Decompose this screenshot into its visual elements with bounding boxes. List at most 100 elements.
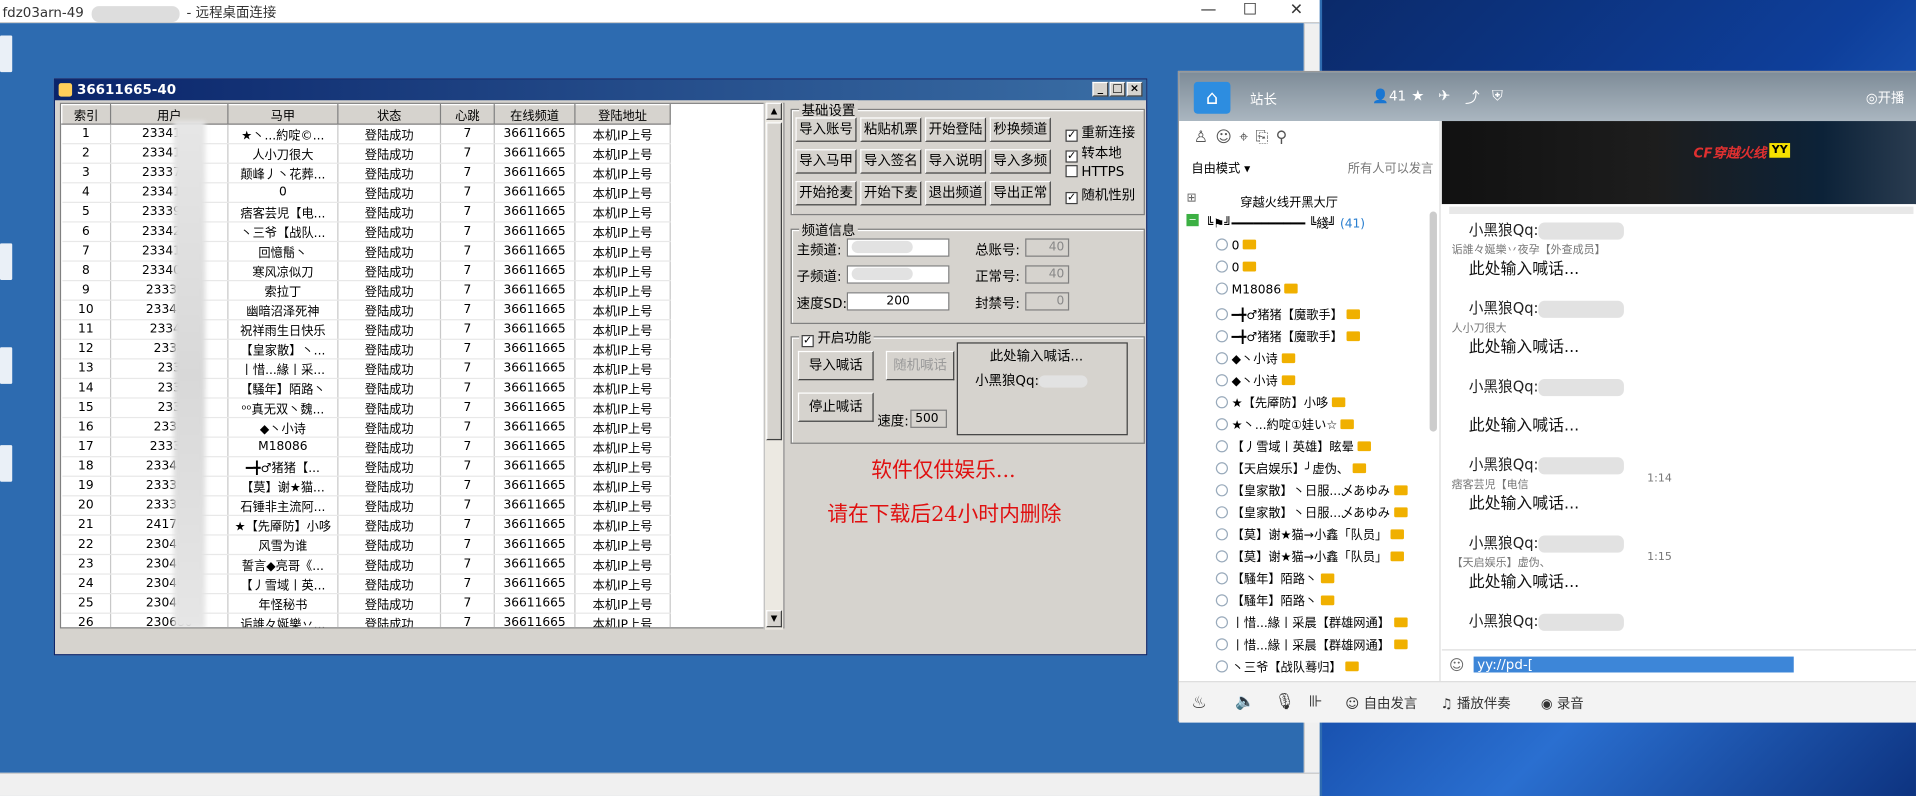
column-header[interactable]: 状态 — [337, 103, 442, 125]
free-speak-button[interactable]: ☺ 自由发言 — [1345, 693, 1417, 713]
table-row[interactable]: 26 230680 诟誰々娫樂丷... 登陆成功 7 36611665 本机IP上号 — [61, 613, 671, 628]
plane-icon[interactable]: ✈ — [1438, 87, 1450, 104]
emoji-icon[interactable]: ☺ — [1449, 657, 1464, 674]
scroll-thumb[interactable] — [766, 122, 783, 441]
member-scrollbar[interactable] — [1429, 211, 1437, 432]
member-item[interactable]: 【皇家散】丶日服...乄あゆみ — [1215, 481, 1408, 499]
broadcast-button[interactable]: ◎开播 — [1866, 88, 1905, 108]
home-icon[interactable]: ⌂ — [1193, 81, 1231, 114]
settings-checkbox[interactable]: ✓ 转本地 — [1065, 143, 1122, 163]
settings-button[interactable]: 导入说明 — [924, 149, 987, 174]
record-button[interactable]: ◉ 录音 — [1541, 693, 1584, 713]
speaker-icon[interactable]: 🔈 — [1235, 693, 1255, 711]
app-maximize-button[interactable]: □ — [1109, 81, 1126, 97]
table-row[interactable]: 9 233394 索拉丁 登陆成功 7 36611665 本机IP上号 — [61, 280, 671, 301]
member-item[interactable]: 【莫】谢★猫→小鑫「队员」 — [1215, 547, 1405, 565]
table-row[interactable]: 21 241766 ★【先厣防】小哆 登陆成功 7 36611665 本机IP上号 — [61, 515, 671, 536]
table-row[interactable]: 19 233395 【莫】谢★猫... 登陆成功 7 36611665 本机IP上号 — [61, 476, 671, 497]
desktop-icon[interactable] — [0, 445, 13, 482]
settings-checkbox[interactable]: ✓ 重新连接 — [1065, 122, 1135, 142]
scroll-up-arrow[interactable]: ▲ — [766, 102, 783, 120]
subchannel[interactable]: ╚⚑╝━━━━━━━━━━ ╚綫╝ (41) — [1206, 213, 1365, 231]
settings-button[interactable]: 导入签名 — [860, 149, 922, 174]
speed-sd-input[interactable]: 200 — [846, 292, 950, 311]
table-row[interactable]: 2 2334148 人小刀很大 登陆成功 7 36611665 本机IP上号 — [61, 143, 671, 164]
table-row[interactable]: 20 233394 石锤非主流阿... 登陆成功 7 36611665 本机IP上号 — [61, 495, 671, 516]
table-scrollbar[interactable]: ▲ ▼ — [763, 102, 784, 630]
microphone-icon[interactable]: 🎙 — [1274, 693, 1294, 711]
equalizer-icon[interactable]: ⊪ — [1309, 693, 1323, 711]
sub-channel-input[interactable] — [846, 265, 950, 284]
features-checkbox[interactable]: ✓ — [801, 335, 814, 348]
member-item[interactable]: 【丿雪域丨英雄】眩晕 — [1215, 437, 1371, 455]
settings-button[interactable]: 导入马甲 — [795, 149, 857, 174]
member-item[interactable]: M18086 — [1215, 282, 1299, 297]
settings-button[interactable]: 粘贴机票 — [860, 117, 922, 142]
member-item[interactable]: 丨惜...緣丨采晨【群雄网通】 — [1215, 635, 1408, 653]
member-item[interactable]: ◆丶小诗 — [1215, 370, 1295, 389]
member-item[interactable]: ★丶...約啶①娃い☆ — [1215, 414, 1355, 433]
checkbox-box[interactable]: ✓ — [1065, 191, 1078, 205]
member-item[interactable]: ━╋♂猪猪【魔歌手】 — [1215, 304, 1360, 323]
table-row[interactable]: 14 233 【騷年】陌路丶 登陆成功 7 36611665 本机IP上号 — [61, 378, 671, 399]
star-icon[interactable]: ★ — [1411, 87, 1424, 104]
desktop-icon[interactable] — [0, 347, 13, 384]
close-button[interactable]: ✕ — [1278, 0, 1315, 23]
random-shout-button[interactable]: 随机喊话 — [885, 350, 955, 381]
table-row[interactable]: 6 2334206 丶三爷【战队... 登陆成功 7 36611665 本机IP上号 — [61, 221, 671, 243]
table-row[interactable]: 25 230466 年怪秘书 登陆成功 7 36611665 本机IP上号 — [61, 593, 671, 614]
member-item[interactable]: 【莫】谢★猫→小鑫「队员」 — [1215, 525, 1405, 543]
column-header[interactable]: 心跳 — [439, 103, 495, 125]
stop-shout-button[interactable]: 停止喊话 — [797, 392, 874, 422]
table-row[interactable]: 17 23339 M18086 登陆成功 7 36611665 本机IP上号 — [61, 437, 671, 458]
settings-button[interactable]: 导入多频 — [989, 149, 1051, 174]
settings-button[interactable]: 导出正常 — [989, 180, 1051, 206]
member-item[interactable]: ★【先厣防】小哆 — [1215, 392, 1346, 411]
member-item[interactable]: 0 — [1215, 238, 1257, 253]
app-minimize-button[interactable]: _ — [1092, 81, 1109, 97]
desktop-icon[interactable] — [0, 243, 13, 280]
member-item[interactable]: 丶三爷【战队蓦归】 — [1215, 657, 1359, 675]
minimize-button[interactable]: — — [1190, 0, 1227, 23]
gift-icon[interactable]: ♨ — [1191, 693, 1206, 713]
collapse-icon[interactable]: − — [1186, 213, 1199, 227]
column-header[interactable]: 用户 — [109, 103, 229, 125]
table-row[interactable]: 3 2333765 颠峰丿丶花葬... 登陆成功 7 36611665 本机IP上号 — [61, 163, 671, 184]
member-item[interactable]: ━╋♂猪猪【魔歌手】 — [1215, 326, 1360, 345]
member-item[interactable]: 【皇家散】丶日服...乄あゆみ — [1215, 503, 1408, 521]
scroll-down-arrow[interactable]: ▼ — [766, 610, 783, 628]
table-row[interactable]: 7 2334103 回憶鬝丶 登陆成功 7 36611665 本机IP上号 — [61, 241, 671, 262]
settings-checkbox[interactable]: ✓ 随机性别 — [1065, 185, 1135, 205]
member-item[interactable]: 【天启娱乐】╯虚伪、 — [1215, 459, 1367, 477]
member-item[interactable]: 【騷年】陌路丶 — [1215, 569, 1335, 587]
app-close-button[interactable]: × — [1126, 81, 1143, 97]
chat-input[interactable]: ☺ yy://pd-[ — [1441, 649, 1916, 682]
table-row[interactable]: 4 2334106 0 登陆成功 7 36611665 本机IP上号 — [61, 182, 671, 203]
shield-icon[interactable]: ⛨ — [1492, 87, 1503, 105]
member-item[interactable]: 0 — [1215, 260, 1257, 275]
settings-button[interactable]: 开始登陆 — [924, 117, 987, 142]
channel-title[interactable]: 穿越火线开黑大厅 — [1240, 192, 1338, 210]
mode-dropdown[interactable]: 自由模式 ▾ — [1191, 158, 1250, 176]
expand-icon[interactable]: ⊞ — [1186, 192, 1196, 205]
share-icon[interactable]: ⤴ — [1465, 87, 1480, 108]
table-row[interactable]: 8 2334097 寒风凉似刀 登陆成功 7 36611665 本机IP上号 — [61, 261, 671, 282]
member-item[interactable]: ◆丶小诗 — [1215, 348, 1295, 367]
desktop-icon[interactable] — [0, 35, 13, 73]
shout-message-textbox[interactable]: 此处输入喊话... 小黑狼Qq: — [956, 342, 1128, 436]
settings-button[interactable]: 开始下麦 — [860, 180, 922, 206]
settings-button[interactable]: 导入账号 — [795, 117, 857, 142]
shout-speed-input[interactable]: 500 — [910, 409, 947, 428]
settings-checkbox[interactable]: HTTPS — [1065, 164, 1124, 180]
member-item[interactable]: 【騷年】陌路丶 — [1215, 591, 1335, 609]
member-item[interactable]: 丨惜...緣丨采晨【群雄网通】 — [1215, 613, 1408, 631]
table-row[interactable]: 22 230464 风雪为谁 登陆成功 7 36611665 本机IP上号 — [61, 534, 671, 556]
table-row[interactable]: 15 233 ᵒᵒ真无双丶魏... 登陆成功 7 36611665 本机IP上号 — [61, 397, 671, 419]
column-header[interactable]: 登陆地址 — [574, 103, 671, 125]
column-header[interactable]: 马甲 — [227, 103, 339, 125]
column-header[interactable]: 索引 — [61, 103, 112, 125]
table-row[interactable]: 5 2333936 痞客芸児【电... 登陆成功 7 36611665 本机IP上号 — [61, 202, 671, 223]
table-row[interactable]: 11 23341 祝祥雨生日快乐 登陆成功 7 36611665 本机IP上号 — [61, 319, 671, 340]
settings-button[interactable]: 退出频道 — [924, 180, 987, 206]
table-row[interactable]: 16 2334 ◆丶小诗 登陆成功 7 36611665 本机IP上号 — [61, 417, 671, 438]
